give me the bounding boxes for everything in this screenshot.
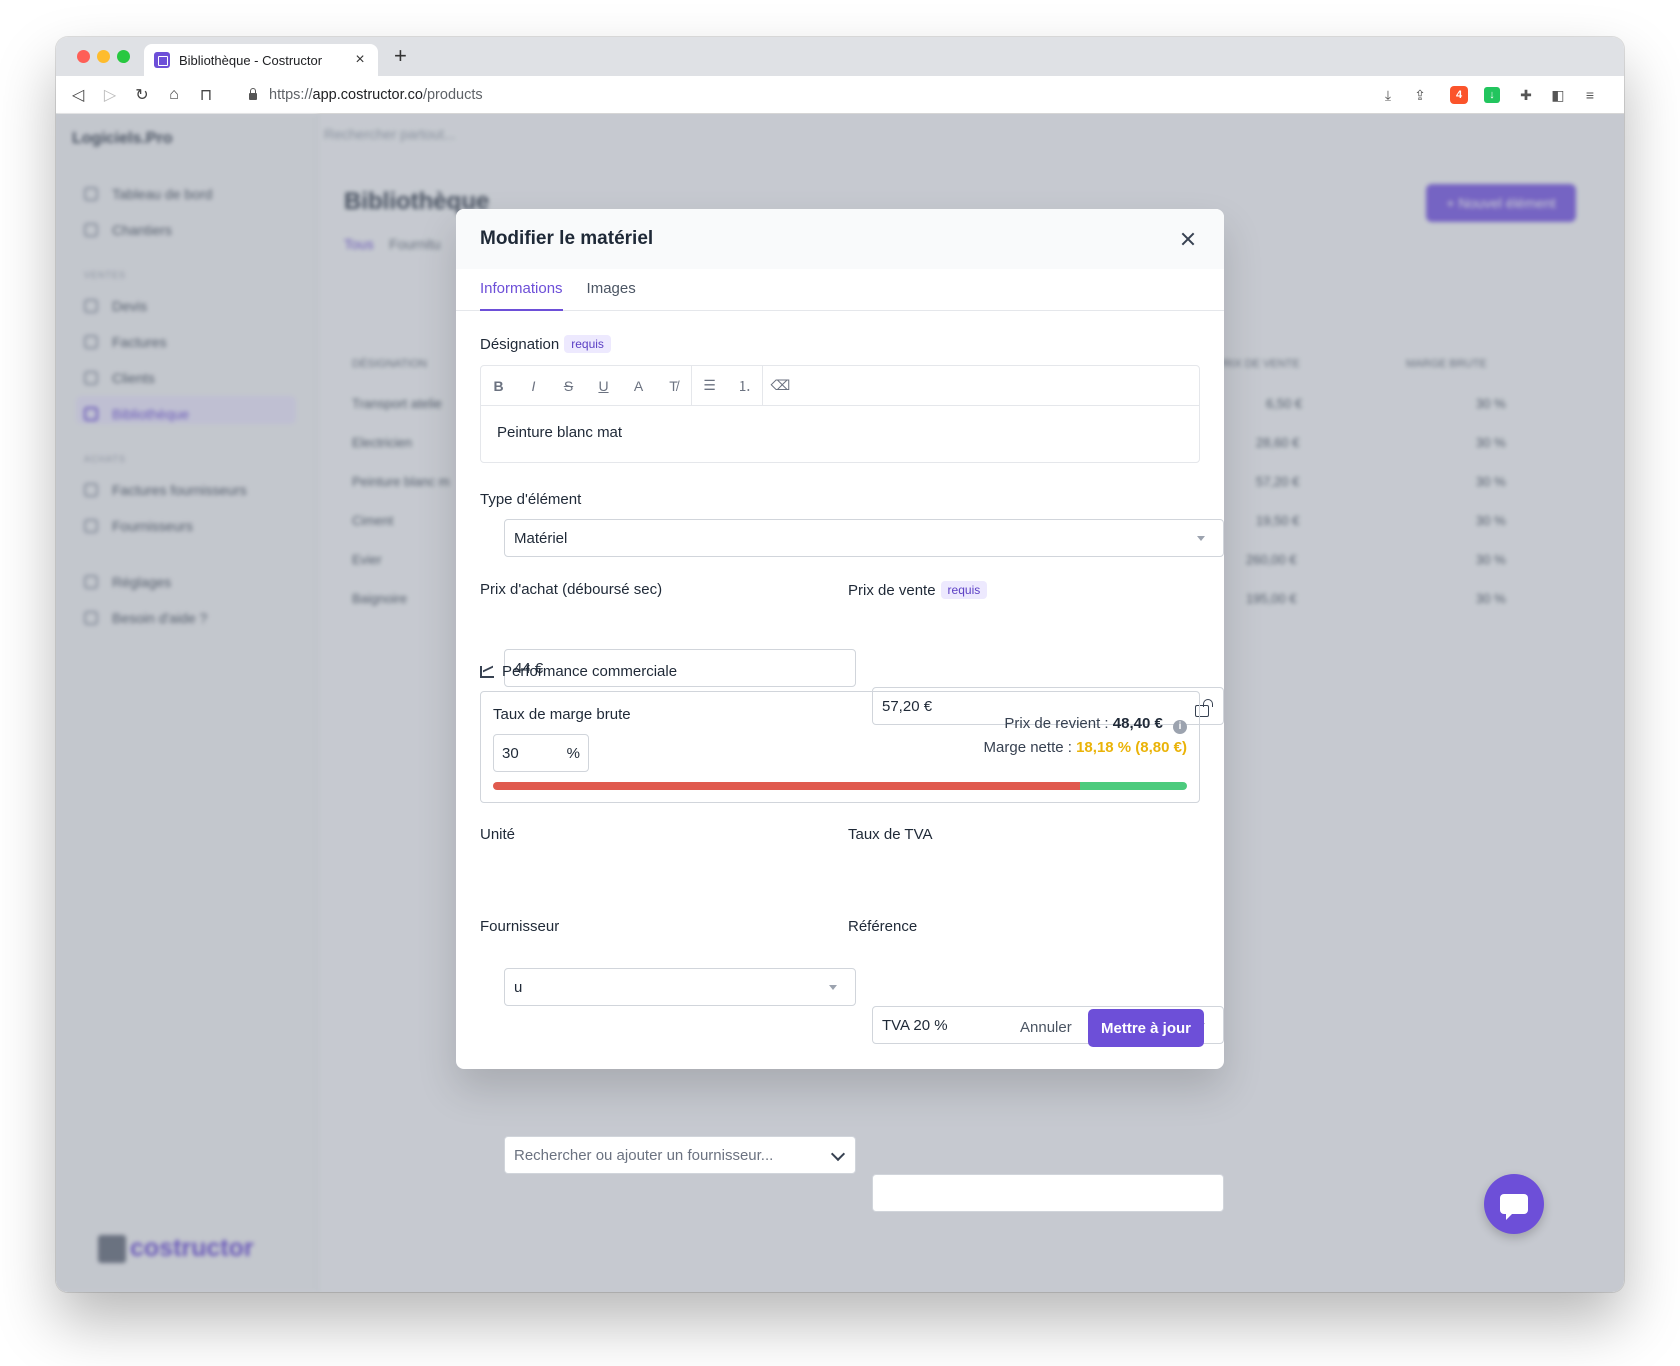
modal-tabs: Informations Images [456,269,1224,311]
designation-editor[interactable]: B I S U A T̸ ☰ ⒈ ⌫ Peinture blanc mat [480,365,1200,463]
share-icon[interactable]: ⇪ [1410,85,1430,105]
maximize-window-button[interactable] [117,50,130,63]
margin-rate-label: Taux de marge brute [493,706,631,723]
browser-window: Bibliothèque - Costructor × + ◁ ▷ ↻ ⌂ ⊓ … [56,37,1624,1292]
chart-line-icon [480,665,494,678]
cancel-button[interactable]: Annuler [1020,1019,1072,1036]
chat-icon [1500,1194,1528,1220]
text-color-icon[interactable]: A [621,366,656,406]
chevron-down-icon[interactable] [830,1146,846,1162]
cost-price-value: 48,40 € [1112,715,1163,732]
net-margin-value: 18,18 % (8,80 €) [1076,739,1187,756]
home-icon[interactable]: ⌂ [164,85,184,105]
unit-select[interactable]: u [504,968,856,1006]
bold-icon[interactable]: B [481,366,516,406]
performance-metrics: Prix de revient : 48,40 € i Marge nette … [984,712,1187,760]
browser-tab[interactable]: Bibliothèque - Costructor × [144,44,378,76]
clear-format-icon[interactable]: T̸ [656,366,691,406]
performance-title: Performance commerciale [480,663,677,680]
reference-input[interactable] [872,1174,1224,1212]
performance-box: Taux de marge brute 30 % Prix de revient… [480,691,1200,803]
info-icon[interactable]: i [1173,720,1187,734]
update-button[interactable]: Mettre à jour [1088,1009,1205,1047]
modal-title: Modifier le matériel [480,228,654,249]
cost-bar-segment [493,782,1081,790]
minimize-window-button[interactable] [97,50,110,63]
purchase-price-label: Prix d'achat (déboursé sec) [480,581,663,598]
edit-material-modal: Modifier le matériel Informations Images… [456,209,1224,1212]
type-label: Type d'élément [480,491,582,508]
margin-progress-bar [493,782,1187,790]
close-icon[interactable] [1176,227,1200,251]
modal-body: Désignation requis B I S U A T̸ ☰ ⒈ ⌫ Pe [456,311,1224,1212]
sidebar-icon[interactable]: ◧ [1548,85,1568,105]
url-scheme: https:// [269,87,313,103]
tab-title: Bibliothèque - Costructor [179,52,323,68]
extensions-icon[interactable]: ✚ [1516,85,1536,105]
modal-header: Modifier le matériel [456,209,1224,269]
chat-support-button[interactable] [1484,1174,1544,1234]
required-badge: requis [564,335,611,353]
vat-select-value: TVA 20 % [882,1016,948,1034]
lock-icon [246,88,260,102]
bullet-list-icon[interactable]: ☰ [692,366,727,406]
tab-images[interactable]: Images [587,269,636,311]
reload-icon[interactable]: ↻ [132,85,152,105]
required-badge: requis [940,581,988,599]
numbered-list-icon[interactable]: ⒈ [727,366,762,406]
sale-price-label: Prix de vente requis [848,581,988,599]
type-select-value: Matériel [514,529,568,547]
address-bar[interactable]: https://app.costructor.co/products [234,80,1444,110]
reference-label: Référence [848,918,918,935]
tab-close-icon[interactable]: × [352,51,368,69]
margin-rate-input[interactable]: 30 % [493,734,589,772]
tab-strip: Bibliothèque - Costructor × + [56,37,1624,76]
bookmark-icon[interactable]: ⊓ [196,85,216,105]
tab-informations[interactable]: Informations [480,269,563,311]
net-margin-line: Marge nette : 18,18 % (8,80 €) [983,739,1187,756]
margin-unit: % [566,744,580,762]
dropdown-caret-icon [829,985,837,990]
close-window-button[interactable] [77,50,90,63]
cost-price-line: Prix de revient : 48,40 € i [984,712,1187,736]
type-select[interactable]: Matériel [504,519,1224,557]
forward-icon[interactable]: ▷ [100,85,120,105]
eraser-icon[interactable]: ⌫ [763,366,798,406]
italic-icon[interactable]: I [516,366,551,406]
url-host: app.costructor.co [312,87,423,103]
strikethrough-icon[interactable]: S [551,366,586,406]
browser-toolbar: ◁ ▷ ↻ ⌂ ⊓ https://app.costructor.co/prod… [56,76,1624,114]
margin-rate-value: 30 [502,744,519,762]
dropdown-caret-icon [1197,536,1205,541]
unit-select-value: u [514,978,523,996]
margin-bar-segment [1080,782,1187,790]
download-icon[interactable]: ⤓ [1378,85,1398,105]
underline-icon[interactable]: U [586,366,621,406]
url-path: /products [422,87,483,103]
designation-text[interactable]: Peinture blanc mat [481,406,1199,462]
supplier-label: Fournisseur [480,918,560,935]
favicon-icon [154,52,170,68]
designation-label: Désignation requis [480,335,611,353]
unit-label: Unité [480,826,516,843]
vat-label: Taux de TVA [848,826,933,843]
back-icon[interactable]: ◁ [68,85,88,105]
brave-shield-icon[interactable]: 4 [1450,86,1468,104]
editor-toolbar: B I S U A T̸ ☰ ⒈ ⌫ [481,365,1199,406]
new-tab-button[interactable]: + [394,45,407,67]
extension-download-icon[interactable]: ↓ [1484,87,1500,103]
menu-icon[interactable]: ≡ [1580,85,1600,105]
supplier-combobox[interactable]: Rechercher ou ajouter un fournisseur... [504,1136,856,1174]
supplier-placeholder: Rechercher ou ajouter un fournisseur... [514,1146,774,1164]
